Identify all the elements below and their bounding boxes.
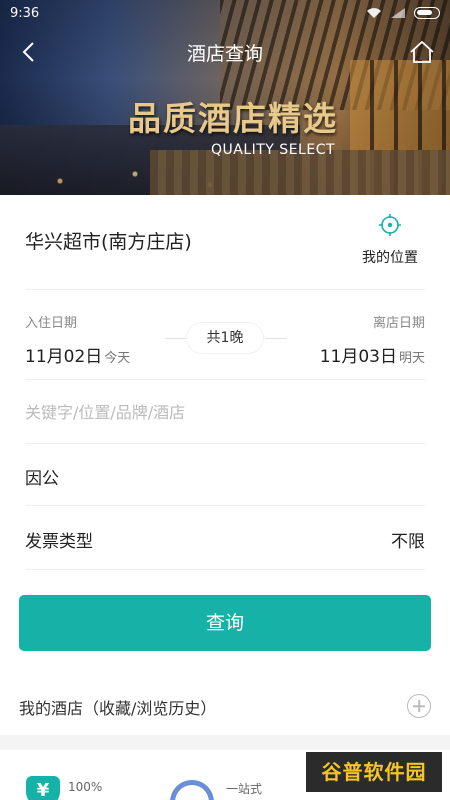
signal-icon xyxy=(391,8,405,18)
invoice-type-value: 不限 xyxy=(391,532,425,552)
back-arrow-icon xyxy=(22,42,34,62)
title-bar: 酒店查询 xyxy=(0,30,450,74)
travel-purpose-value: 因公 xyxy=(25,469,59,489)
nights-divider-left xyxy=(165,338,187,339)
my-location-label: 我的位置 xyxy=(362,250,418,266)
hotel-search-form: 华兴超市(南方庄店) 我的位置 入住日期 离店日期 11月02日 今天 共1晚 1… xyxy=(0,195,450,735)
checkout-date: 11月03日 xyxy=(319,347,397,367)
checkin-label: 入住日期 xyxy=(25,316,78,331)
yen-shield-icon: ¥ xyxy=(26,776,60,800)
search-button[interactable]: 查询 xyxy=(19,595,431,651)
checkin-date: 11月02日 xyxy=(25,347,103,367)
home-icon xyxy=(410,40,434,63)
feature-2-text: 一站式 xyxy=(226,782,263,796)
checkout-date-button[interactable]: 11月03日 明天 xyxy=(320,342,425,367)
page-title: 酒店查询 xyxy=(186,42,263,65)
nights-count-badge: 共1晚 xyxy=(187,323,263,353)
banner-slogan: 品质酒店精选 QUALITY SELECT xyxy=(118,92,348,158)
battery-icon xyxy=(414,7,440,19)
wifi-icon xyxy=(367,8,381,18)
plus-circle-icon[interactable] xyxy=(407,694,431,718)
checkout-hint: 明天 xyxy=(398,351,425,366)
checkin-date-button[interactable]: 11月02日 今天 xyxy=(25,342,130,367)
slogan-english: QUALITY SELECT xyxy=(210,142,336,158)
checkin-hint: 今天 xyxy=(104,351,131,366)
feature-1-text: 100% xyxy=(68,780,103,794)
my-hotels-row[interactable]: 我的酒店（收藏/浏览历史） xyxy=(19,687,431,727)
invoice-type-row[interactable]: 发票类型 不限 xyxy=(25,506,425,570)
checkout-label: 离店日期 xyxy=(372,316,425,331)
keyword-row xyxy=(25,380,425,444)
locate-crosshair-icon xyxy=(379,214,401,236)
watermark-logo: 谷普软件园 xyxy=(306,752,442,792)
status-bar: 9:36 xyxy=(0,0,450,26)
location-row: 华兴超市(南方庄店) 我的位置 xyxy=(25,195,425,290)
keyword-search-input[interactable] xyxy=(25,380,425,444)
invoice-type-label: 发票类型 xyxy=(25,532,93,552)
travel-purpose-row[interactable]: 因公 xyxy=(25,444,425,506)
status-icons xyxy=(366,7,440,19)
home-button[interactable] xyxy=(408,38,436,66)
slogan-chinese: 品质酒店精选 xyxy=(128,99,338,138)
nights-divider-right xyxy=(265,338,287,339)
customer-service-icon xyxy=(170,780,214,800)
back-button[interactable] xyxy=(14,38,42,66)
status-time: 9:36 xyxy=(10,5,40,21)
location-name[interactable]: 华兴超市(南方庄店) xyxy=(25,227,192,254)
date-row: 入住日期 离店日期 11月02日 今天 共1晚 11月03日 明天 xyxy=(25,290,425,380)
my-location-button[interactable]: 我的位置 xyxy=(355,213,425,267)
my-hotels-label: 我的酒店（收藏/浏览历史） xyxy=(19,699,217,718)
